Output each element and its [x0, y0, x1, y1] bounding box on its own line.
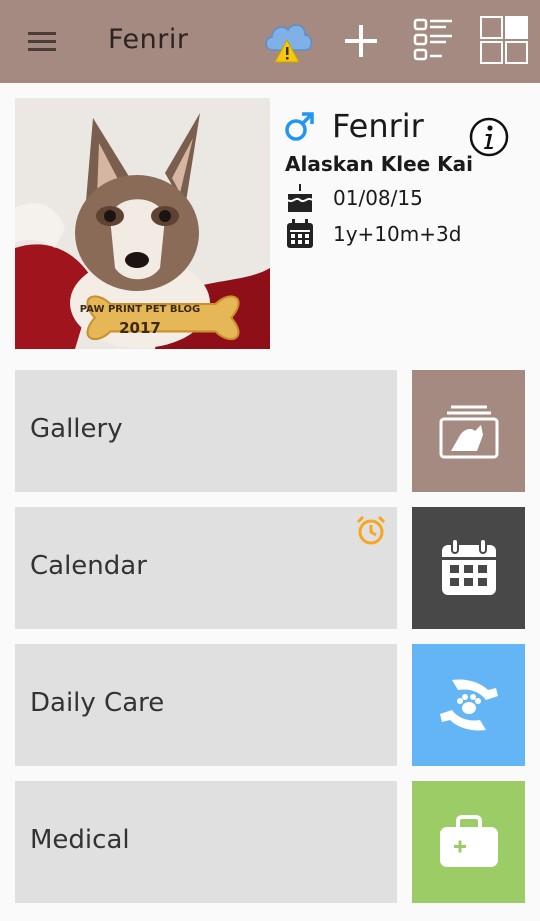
app-title: Fenrir — [108, 24, 189, 55]
pet-name: Fenrir — [332, 107, 424, 145]
medical-kit-icon — [439, 815, 498, 867]
daily-care-tile[interactable] — [412, 644, 525, 766]
cloud-sync-warning-icon[interactable] — [258, 16, 318, 66]
calendar-label: Calendar — [30, 551, 147, 581]
medical-card[interactable]: Medical — [15, 781, 397, 903]
daily-care-card[interactable]: Daily Care — [15, 644, 397, 766]
pet-name-row: Fenrir — [284, 104, 424, 148]
info-icon[interactable] — [468, 116, 510, 158]
badge-line-2: 2017 — [119, 319, 161, 337]
app-bar: Fenrir — [0, 0, 540, 83]
medical-label: Medical — [30, 825, 130, 855]
grid-view-icon[interactable] — [478, 14, 530, 66]
paw-hands-icon — [439, 679, 498, 731]
gallery-label: Gallery — [30, 414, 123, 444]
gallery-tile[interactable] — [412, 370, 525, 492]
badge-line-1: PAW PRINT PET BLOG — [80, 304, 200, 315]
calendar-tile[interactable] — [412, 507, 525, 629]
calendar-age-icon — [287, 219, 313, 248]
gallery-card[interactable]: Gallery — [15, 370, 397, 492]
gallery-icon — [439, 405, 498, 459]
add-icon[interactable] — [338, 18, 384, 64]
calendar-icon — [441, 538, 496, 595]
daily-care-label: Daily Care — [30, 688, 165, 718]
male-icon — [285, 112, 314, 141]
alarm-clock-icon — [356, 515, 386, 545]
birth-date: 01/08/15 — [333, 186, 423, 210]
birthday-cake-icon — [287, 184, 313, 212]
pet-photo[interactable]: PAW PRINT PET BLOG 2017 — [15, 98, 270, 349]
list-view-icon[interactable] — [410, 14, 456, 66]
calendar-card[interactable]: Calendar — [15, 507, 397, 629]
age-row: 1y+10m+3d — [285, 218, 461, 250]
pet-breed: Alaskan Klee Kai — [285, 152, 474, 176]
medical-tile[interactable] — [412, 781, 525, 903]
birth-date-row: 01/08/15 — [285, 182, 423, 214]
pet-age: 1y+10m+3d — [333, 222, 462, 246]
menu-icon[interactable] — [22, 24, 62, 60]
